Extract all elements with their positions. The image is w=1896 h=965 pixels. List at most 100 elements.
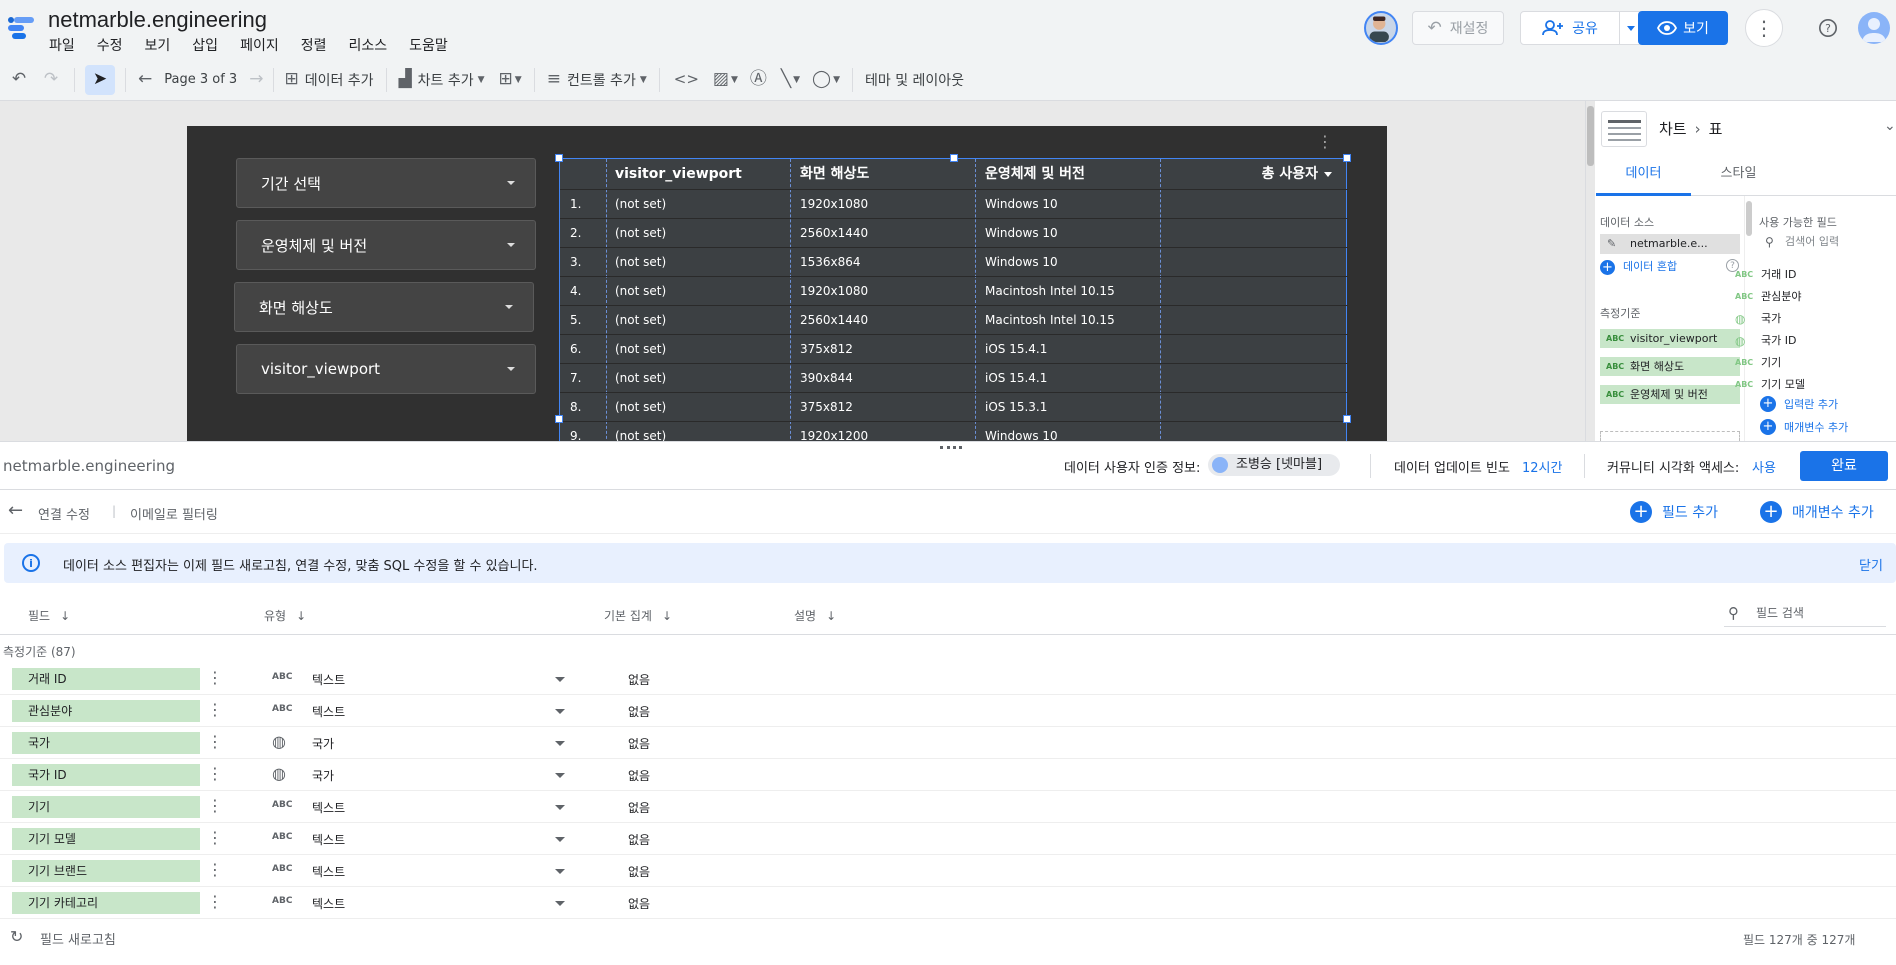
caret-down-icon[interactable] — [555, 901, 565, 906]
field-type-select[interactable]: 텍스트 — [312, 671, 345, 688]
menu-arrange[interactable]: 정렬 — [301, 35, 327, 55]
viewport-control[interactable]: visitor_viewport — [236, 344, 536, 394]
field-name-chip[interactable]: 기기 모델 — [12, 828, 200, 850]
caret-down-icon[interactable] — [555, 837, 565, 842]
community-viz-value[interactable]: 사용 — [1752, 457, 1776, 476]
resize-handle[interactable] — [555, 415, 563, 423]
prev-page-icon[interactable]: ← — [138, 71, 152, 88]
blend-data-button[interactable]: + 데이터 혼합 — [1600, 258, 1677, 276]
close-banner-link[interactable]: 닫기 — [1859, 555, 1883, 574]
add-field-button[interactable]: + 필드 추가 — [1630, 501, 1718, 523]
more-vert-icon[interactable]: ⋮ — [207, 796, 223, 818]
available-field-item[interactable]: ABC 기기 모델 — [1735, 376, 1805, 394]
os-version-control[interactable]: 운영체제 및 버전 — [236, 220, 536, 270]
caret-down-icon[interactable] — [555, 805, 565, 810]
screen-resolution-control[interactable]: 화면 해상도 — [234, 282, 534, 332]
filter-by-email-link[interactable]: 이메일로 필터링 — [130, 504, 218, 523]
share-button[interactable]: 공유 — [1520, 11, 1620, 45]
table-more-icon[interactable]: ⋮ — [1317, 132, 1333, 151]
line-icon[interactable]: ╲ ▼ — [781, 71, 800, 88]
edit-pencil-icon[interactable]: ✎ — [1607, 234, 1616, 254]
field-type-select[interactable]: 텍스트 — [312, 799, 345, 816]
breadcrumb-chart[interactable]: 차트 — [1659, 118, 1687, 139]
image-icon[interactable]: ▨ ▼ — [713, 71, 738, 88]
field-type-select[interactable]: 국가 — [312, 767, 334, 784]
field-search-input[interactable]: ⚲ 검색어 입력 — [1759, 231, 1889, 253]
col-field[interactable]: 필드 ↓ — [28, 607, 70, 624]
available-field-item[interactable]: ABC 관심분야 — [1735, 288, 1801, 306]
more-vert-icon[interactable]: ⋮ — [207, 828, 223, 850]
field-name-chip[interactable]: 관심분야 — [12, 700, 200, 722]
embed-url-icon[interactable]: <> — [674, 72, 699, 87]
undo-icon[interactable]: ↶ — [6, 71, 32, 88]
caret-down-icon[interactable] — [555, 709, 565, 714]
theme-layout-button[interactable]: 테마 및 레이아웃 — [865, 70, 964, 90]
add-parameter-button[interactable]: + 매개변수 추가 — [1760, 501, 1874, 523]
field-type-select[interactable]: 국가 — [312, 735, 334, 752]
more-vert-icon[interactable]: ⋮ — [207, 668, 223, 690]
data-table[interactable]: visitor_viewport 화면 해상도 운영체제 및 버전 총 사용자 … — [555, 154, 1351, 449]
menu-page[interactable]: 페이지 — [240, 35, 279, 55]
date-range-control[interactable]: 기간 선택 — [236, 158, 536, 208]
tab-data[interactable]: 데이터 — [1596, 156, 1691, 196]
view-button[interactable]: 보기 — [1638, 11, 1728, 45]
available-field-item[interactable]: ABC 기기 — [1735, 354, 1781, 372]
breadcrumb-table[interactable]: 표 — [1709, 118, 1723, 139]
resize-handle[interactable] — [950, 154, 958, 162]
caret-down-icon[interactable] — [555, 741, 565, 746]
tab-style[interactable]: 스타일 — [1691, 156, 1786, 196]
more-vert-icon[interactable]: ⋮ — [207, 764, 223, 786]
dimension-chip-resolution[interactable]: ABC 화면 해상도 — [1600, 357, 1740, 376]
add-chart-button[interactable]: ▟ 차트 추가 ▼ — [399, 70, 485, 90]
resize-handle[interactable] — [555, 154, 563, 162]
menu-help[interactable]: 도움말 — [409, 35, 448, 55]
more-vert-icon[interactable]: ⋮ — [207, 892, 223, 914]
freshness-value[interactable]: 12시간 — [1522, 457, 1562, 476]
back-arrow-icon[interactable]: ← — [8, 500, 23, 521]
field-name-chip[interactable]: 기기 — [12, 796, 200, 818]
field-type-select[interactable]: 텍스트 — [312, 703, 345, 720]
dimension-chip-os[interactable]: ABC 운영체제 및 버전 — [1600, 385, 1740, 404]
col-description[interactable]: 설명 ↓ — [794, 607, 836, 624]
col-type[interactable]: 유형 ↓ — [264, 607, 306, 624]
caret-down-icon[interactable] — [555, 869, 565, 874]
add-control-button[interactable]: ≡ 컨트롤 추가 ▼ — [547, 70, 647, 90]
field-name-chip[interactable]: 국가 — [12, 732, 200, 754]
add-dimension-placeholder[interactable] — [1600, 431, 1740, 441]
next-page-icon[interactable]: → — [249, 71, 263, 88]
report-title[interactable]: netmarble.engineering — [48, 7, 267, 33]
column-header-os[interactable]: 운영체제 및 버전 — [985, 159, 1085, 189]
refresh-icon[interactable]: ↻ — [10, 927, 23, 946]
more-vert-icon[interactable]: ⋮ — [207, 860, 223, 882]
menu-resource[interactable]: 리소스 — [348, 35, 387, 55]
panel-column-scrollbar[interactable] — [1746, 201, 1752, 236]
credentials-chip[interactable]: 조병승 [넷마블] — [1208, 454, 1340, 476]
datasource-title[interactable]: netmarble.engineering — [3, 457, 175, 475]
column-header-viewport[interactable]: visitor_viewport — [615, 159, 742, 189]
done-button[interactable]: 완료 — [1800, 451, 1888, 481]
canvas-scrollbar[interactable] — [1586, 101, 1595, 441]
field-name-chip[interactable]: 거래 ID — [12, 668, 200, 690]
field-name-chip[interactable]: 국가 ID — [12, 764, 200, 786]
menu-edit[interactable]: 수정 — [97, 35, 123, 55]
chevron-down-icon[interactable]: ⌄ — [1884, 118, 1896, 134]
account-avatar[interactable] — [1858, 12, 1890, 44]
field-type-select[interactable]: 텍스트 — [312, 895, 345, 912]
more-vert-icon[interactable]: ⋮ — [207, 732, 223, 754]
refresh-fields-link[interactable]: 필드 새로고침 — [40, 929, 116, 948]
available-field-item[interactable]: ◍ 국가 ID — [1735, 332, 1796, 350]
shape-icon[interactable]: ◯ ▼ — [812, 71, 840, 88]
field-type-select[interactable]: 텍스트 — [312, 863, 345, 880]
community-viz-button[interactable]: ⊞ ▼ — [499, 71, 522, 88]
field-name-chip[interactable]: 기기 카테고리 — [12, 892, 200, 914]
scrollbar-thumb[interactable] — [1587, 106, 1594, 166]
caret-down-icon[interactable] — [555, 677, 565, 682]
col-aggregation[interactable]: 기본 집계 ↓ — [604, 607, 672, 624]
more-options-button[interactable]: ⋮ — [1745, 9, 1783, 47]
user-avatar[interactable] — [1364, 11, 1398, 45]
select-tool-icon[interactable]: ➤ — [85, 64, 115, 95]
add-field-button[interactable]: + 입력란 추가 — [1760, 396, 1838, 412]
help-icon[interactable]: ? — [1814, 14, 1842, 42]
field-name-chip[interactable]: 기기 브랜드 — [12, 860, 200, 882]
field-type-select[interactable]: 텍스트 — [312, 831, 345, 848]
